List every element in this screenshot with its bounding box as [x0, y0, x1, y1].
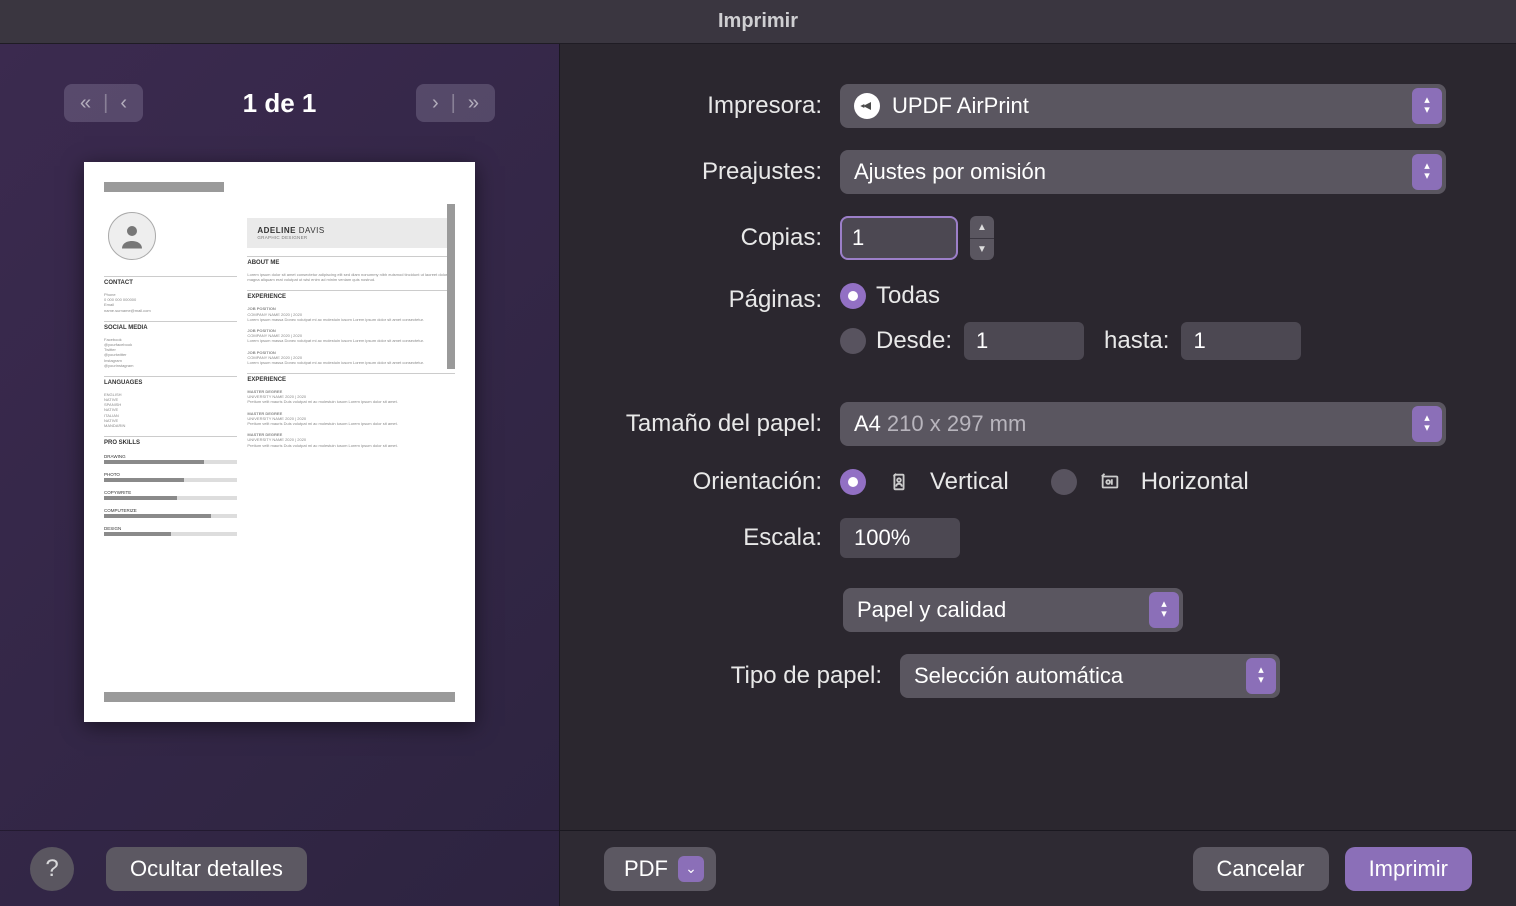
scale-label: Escala: — [580, 524, 840, 552]
paper-type-select[interactable]: Selección automática — [900, 654, 1280, 698]
print-dialog: Imprimir « | ‹ 1 de 1 › | » — [0, 0, 1516, 906]
dropdown-arrow-icon — [1246, 658, 1276, 694]
paper-type-label: Tipo de papel: — [580, 662, 900, 690]
stepper-up-icon[interactable]: ▲ — [970, 216, 994, 238]
orientation-vertical-radio[interactable] — [840, 469, 866, 495]
printer-select[interactable]: UPDF AirPrint — [840, 84, 1446, 128]
printer-app-icon — [854, 93, 880, 119]
stepper-down-icon[interactable]: ▼ — [970, 238, 994, 260]
pages-to-input[interactable] — [1181, 322, 1301, 360]
pages-label: Páginas: — [580, 282, 840, 314]
paper-size-label: Tamaño del papel: — [580, 410, 840, 438]
prev-page-icon: ‹ — [114, 92, 133, 115]
orientation-horizontal-radio[interactable] — [1051, 469, 1077, 495]
dropdown-arrow-icon — [1149, 592, 1179, 628]
copies-label: Copias: — [580, 224, 840, 252]
cancel-button[interactable]: Cancelar — [1193, 847, 1329, 891]
hide-details-button[interactable]: Ocultar detalles — [106, 847, 307, 891]
prev-page-buttons[interactable]: « | ‹ — [64, 84, 143, 122]
paper-size-select[interactable]: A4 210 x 297 mm — [840, 402, 1446, 446]
copies-input[interactable] — [840, 216, 958, 260]
pages-from-label: Desde: — [876, 327, 952, 355]
last-page-icon: » — [462, 92, 485, 115]
pages-range-radio[interactable] — [840, 328, 866, 354]
presets-label: Preajustes: — [580, 158, 840, 186]
pages-to-label: hasta: — [1104, 327, 1169, 355]
orientation-vertical-label: Vertical — [930, 468, 1009, 496]
pages-from-input[interactable] — [964, 322, 1084, 360]
page-counter: 1 de 1 — [243, 88, 317, 119]
window-title: Imprimir — [0, 0, 1516, 44]
print-button[interactable]: Imprimir — [1345, 847, 1472, 891]
scale-input[interactable] — [840, 518, 960, 558]
settings-pane: Impresora: UPDF AirPrint Preajustes: — [560, 44, 1516, 906]
next-page-buttons[interactable]: › | » — [416, 84, 495, 122]
copies-stepper[interactable]: ▲ ▼ — [970, 216, 994, 260]
landscape-icon — [1099, 471, 1121, 493]
printer-label: Impresora: — [580, 92, 840, 120]
preview-pane: « | ‹ 1 de 1 › | » — [0, 44, 560, 906]
dropdown-arrow-icon — [1412, 88, 1442, 124]
pdf-menu-button[interactable]: PDF ⌄ — [604, 847, 716, 891]
first-page-icon: « — [74, 92, 97, 115]
dropdown-arrow-icon — [1412, 406, 1442, 442]
next-page-icon: › — [426, 92, 445, 115]
section-select[interactable]: Papel y calidad — [843, 588, 1183, 632]
presets-select[interactable]: Ajustes por omisión — [840, 150, 1446, 194]
orientation-horizontal-label: Horizontal — [1141, 468, 1249, 496]
pages-all-radio[interactable] — [840, 283, 866, 309]
help-button[interactable]: ? — [30, 847, 74, 891]
chevron-down-icon: ⌄ — [678, 856, 704, 882]
dropdown-arrow-icon — [1412, 154, 1442, 190]
orientation-label: Orientación: — [580, 468, 840, 496]
pages-all-label: Todas — [876, 282, 940, 310]
page-thumbnail: CONTACT Phone0 000 000 000000Emailname.s… — [84, 162, 475, 722]
portrait-icon — [888, 471, 910, 493]
